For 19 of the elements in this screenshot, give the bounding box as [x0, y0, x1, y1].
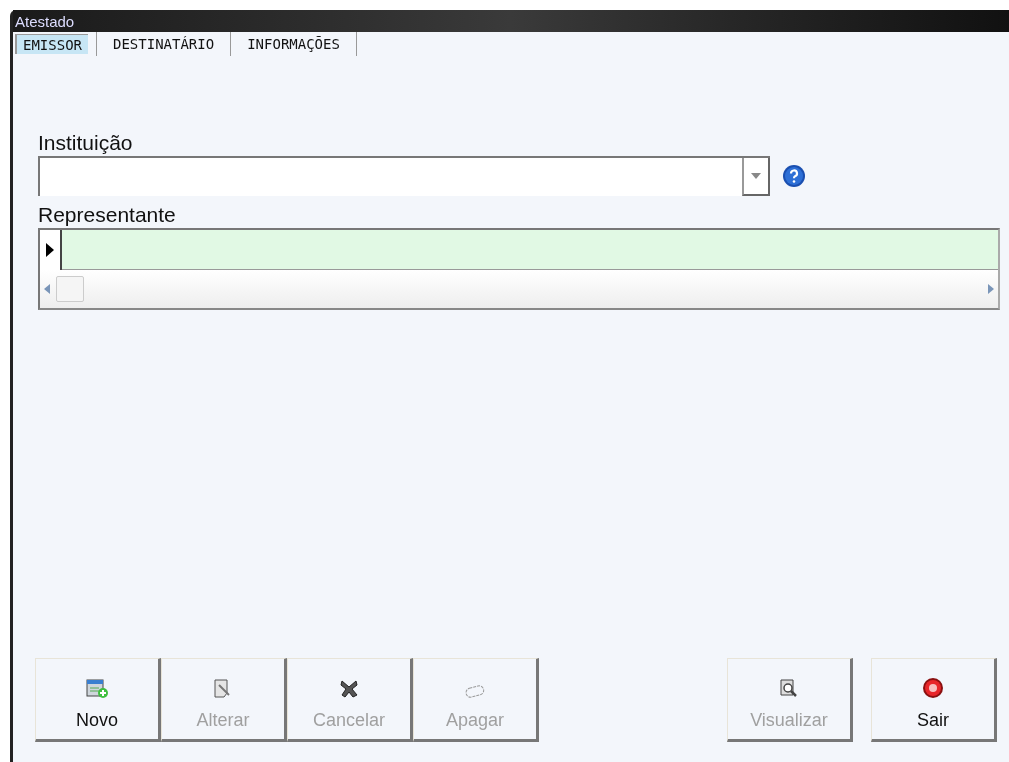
representative-grid[interactable]	[38, 228, 1000, 310]
window-title: Atestado	[15, 13, 75, 29]
row-indicator-icon	[40, 230, 62, 270]
power-button-icon	[922, 677, 944, 699]
dropdown-arrow-icon[interactable]	[742, 158, 770, 196]
x-mark-icon	[339, 679, 359, 699]
field-label: Representante	[38, 202, 177, 228]
scroll-right-icon[interactable]	[988, 284, 994, 294]
scroll-left-icon[interactable]	[44, 284, 50, 294]
magnifier-page-icon	[779, 679, 799, 699]
tab[interactable]: DESTINATÁRIO	[96, 32, 231, 56]
action-button[interactable]: Sair	[871, 658, 997, 742]
help-icon[interactable]	[782, 164, 806, 188]
document-plus-icon	[86, 679, 108, 699]
action-button[interactable]: Novo	[35, 658, 161, 742]
field-label: Instituição	[38, 130, 134, 156]
institution-dropdown[interactable]	[38, 156, 770, 196]
tab[interactable]: INFORMAÇÕES	[230, 32, 356, 56]
tab[interactable]: EMISSOR	[15, 34, 88, 54]
